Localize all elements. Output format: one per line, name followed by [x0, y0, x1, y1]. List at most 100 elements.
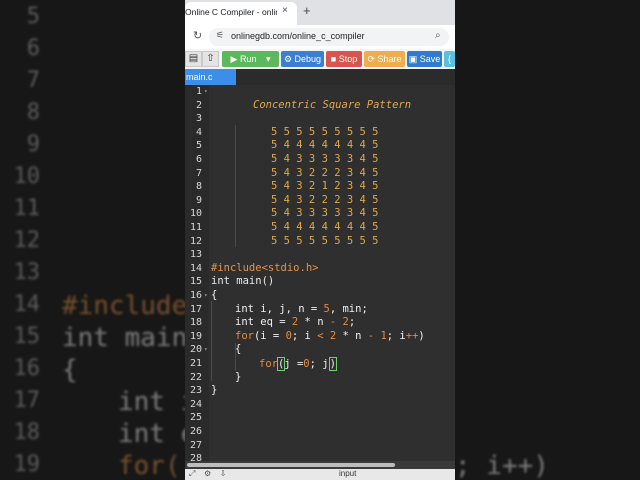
files-button[interactable]: ▤	[185, 51, 202, 67]
line-number: 1	[195, 86, 202, 97]
site-info-icon[interactable]: ⚟	[216, 31, 224, 41]
code-line-main: int main()	[211, 275, 275, 288]
url-input[interactable]: ⚟ onlinegdb.com/online_c_compiler ⌕	[209, 28, 449, 46]
bg-code-line: int e	[118, 419, 185, 449]
bg-code-line: {	[62, 355, 78, 385]
url-text: onlinegdb.com/online_c_compiler	[231, 31, 365, 41]
panel-icons[interactable]: ⤢ ⚙ ⇩	[189, 469, 229, 479]
code-line-include: #include<stdio.h>	[211, 262, 318, 276]
scrollbar-thumb[interactable]	[187, 463, 395, 467]
pattern-row: 5 4 4 4 4 4 4 4 5	[271, 221, 379, 233]
line-number: 21	[189, 358, 202, 369]
line-number: 25	[189, 412, 202, 424]
bg-line-number: 5	[26, 4, 40, 29]
bg-line-number: 14	[13, 292, 41, 317]
pattern-row: 5 4 3 2 2 2 3 4 5	[271, 193, 379, 206]
bg-line-number: 12	[13, 228, 41, 253]
eq-semicolon: ;	[348, 316, 356, 329]
line-number: 5	[195, 140, 202, 152]
bg-code-line: ; i++)	[455, 451, 549, 480]
bg-code-line: #include	[62, 291, 185, 321]
bg-code-line: int i	[118, 387, 185, 417]
browser-tab[interactable]: Online C Compiler - online edi ×	[185, 2, 297, 25]
tab-title: Online C Compiler - online edi	[185, 7, 277, 17]
line-number: 17	[189, 303, 202, 315]
bg-line-number: 7	[26, 68, 40, 93]
reload-icon[interactable]: ↻	[193, 29, 202, 42]
save-icon: ▣	[408, 54, 418, 64]
zoom-icon[interactable]: ⌕	[435, 30, 441, 41]
pattern-row: 5 4 3 2 2 2 3 4 5	[271, 166, 379, 179]
bg-line-number: 17	[13, 388, 41, 413]
line-number: 2	[195, 99, 202, 111]
share-button[interactable]: ⟳ Share	[364, 51, 405, 67]
code-line-declarations: int i, j, n = 5, min;	[235, 303, 368, 317]
comment-title: Concentric Square Pattern	[253, 98, 412, 111]
upload-icon: ⇧	[206, 53, 215, 64]
chevron-down-icon[interactable]: ▾	[266, 54, 271, 64]
line-number: 18	[189, 317, 202, 329]
stop-label: Stop	[338, 54, 358, 64]
close-tab-icon[interactable]: ×	[282, 5, 288, 16]
browser-window: Online C Compiler - online edi × + ↻ ⚟ o…	[185, 0, 455, 480]
debug-button[interactable]: ⚙ Debug	[281, 51, 324, 67]
include-header: <stdio.h>	[261, 261, 319, 274]
file-tab-main[interactable]: main.c	[185, 69, 236, 85]
line-number: 23	[189, 385, 202, 397]
line-number: 6	[195, 154, 202, 165]
new-tab-icon[interactable]: +	[303, 3, 311, 18]
bg-line-number: 8	[26, 100, 40, 125]
blurred-background-left: 5 6 7 8 9 10 11 12 13 14 15 16 17 18 19 …	[0, 0, 185, 480]
pattern-row: 5 4 4 4 4 4 4 4 5	[271, 139, 379, 152]
save-button[interactable]: ▣ Save	[407, 51, 442, 67]
bg-line-number: 19	[13, 452, 41, 477]
for-close: )	[418, 329, 425, 342]
bg-line-number: 6	[26, 36, 40, 61]
pattern-row: 5 4 3 3 3 3 3 4 5	[271, 207, 379, 220]
for-mid3: ; i	[386, 329, 406, 342]
inner-body1: j =	[284, 358, 304, 370]
address-bar: ↻ ⚟ onlinegdb.com/online_c_compiler ⌕	[185, 25, 455, 49]
code-editor[interactable]: 1 ▾ 2 3 4 5 6 7 8 9 10 11 12 13 14 15 16…	[185, 85, 455, 464]
fold-arrow-icon[interactable]: ▾	[204, 343, 208, 357]
inner-body2: ; j	[309, 358, 329, 370]
bg-line-number: 11	[13, 196, 41, 221]
line-number-gutter: 1 ▾ 2 3 4 5 6 7 8 9 10 11 12 13 14 15 16…	[185, 85, 209, 464]
code-line-eq: int eq = 2 * n - 2;	[235, 316, 355, 330]
line-number: 14	[189, 262, 202, 274]
line-number: 26	[189, 426, 202, 437]
include-directive: #include	[211, 261, 262, 274]
line-number: 20	[189, 344, 202, 356]
fold-arrow-icon[interactable]: ▾	[204, 289, 208, 303]
line-number: 7	[195, 167, 202, 179]
decl-suffix: , min;	[329, 302, 368, 315]
inner-for-keyword: for	[259, 358, 278, 370]
beautify-button[interactable]: {	[444, 51, 455, 67]
debug-label: Debug	[294, 54, 322, 64]
pattern-row: 5 5 5 5 5 5 5 5 5	[271, 125, 379, 138]
line-number: 9	[195, 194, 202, 206]
for-mid2: * n	[336, 329, 368, 342]
run-button[interactable]: ▶ Run ▾	[222, 51, 279, 67]
input-tab[interactable]: input	[339, 469, 356, 478]
upload-button[interactable]: ⇧	[202, 51, 219, 67]
brace-icon: {	[447, 54, 451, 64]
stop-button[interactable]: ■ Stop	[326, 51, 362, 67]
file-icon: ▤	[188, 53, 199, 64]
line-number: 16	[189, 290, 202, 301]
pattern-row: 5 5 5 5 5 5 5 5 5	[271, 234, 379, 247]
eq-prefix: int eq =	[235, 316, 292, 329]
code-line-open-brace: {	[211, 289, 218, 301]
file-tab-bar: main.c	[185, 69, 455, 85]
ide-toolbar: ▤ ⇧ ▶ Run ▾ ⚙ Debug ■ Stop ⟳ Share ▣ Sav…	[185, 49, 455, 69]
line-number: 27	[189, 439, 202, 451]
fold-arrow-icon[interactable]: ▾	[204, 85, 208, 99]
line-number: 24	[189, 398, 202, 410]
output-panel-bar: ⤢ ⚙ ⇩ input	[185, 469, 455, 480]
share-label: Share	[377, 54, 402, 64]
horizontal-scrollbar[interactable]	[185, 461, 455, 469]
line-number: 11	[189, 222, 202, 233]
tab-strip: Online C Compiler - online edi × +	[185, 0, 455, 25]
code-line-inner-for: for(j =0; j)	[259, 357, 337, 372]
bg-line-number: 9	[26, 132, 40, 157]
